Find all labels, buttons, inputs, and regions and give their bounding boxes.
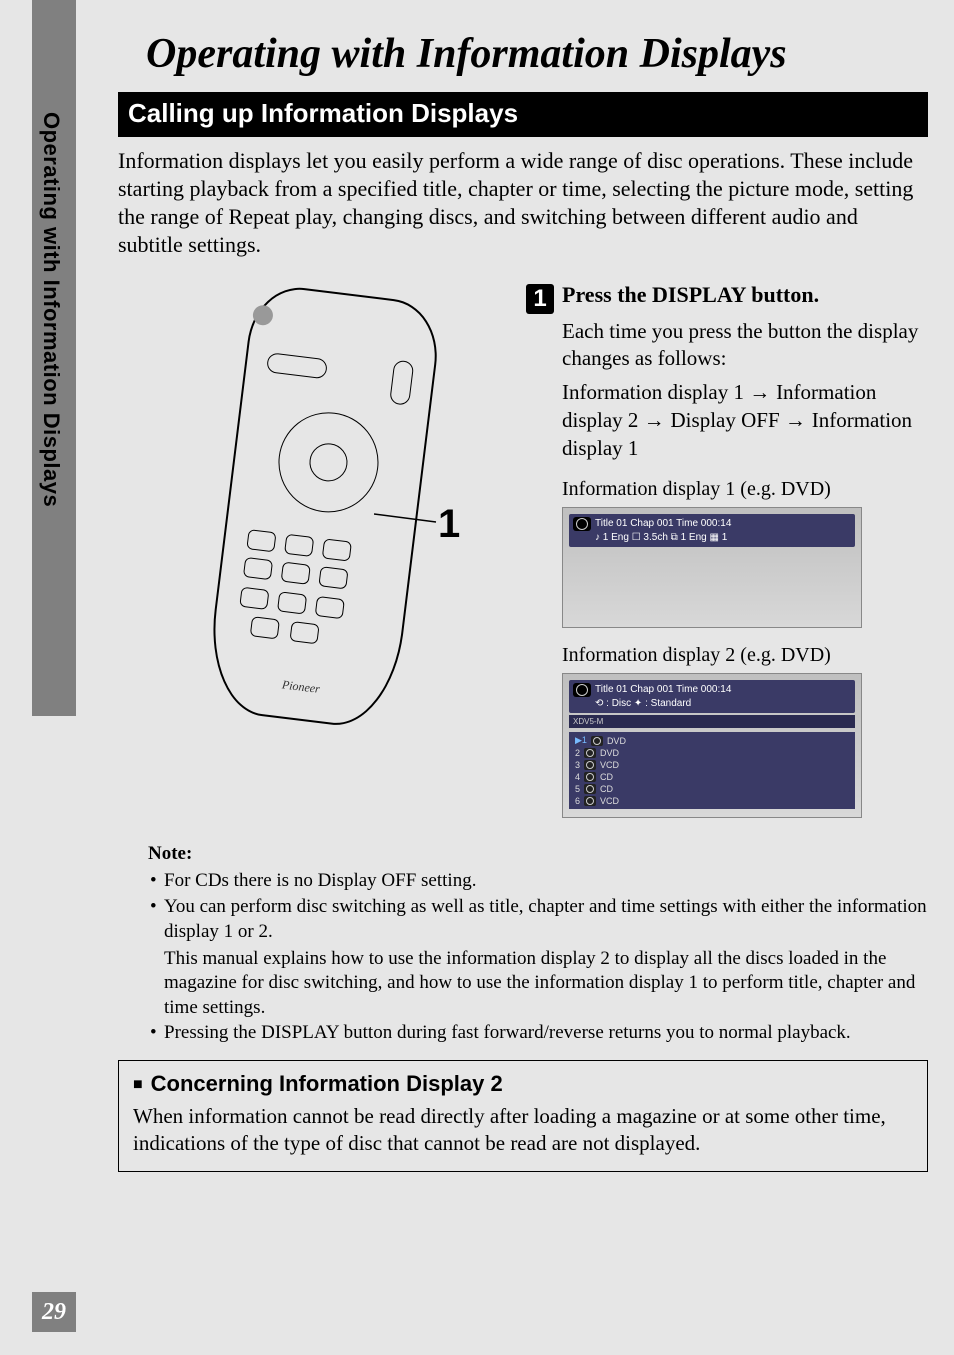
- brand-label: Pioneer: [281, 677, 321, 697]
- list-idx: 3: [575, 760, 580, 770]
- list-type: CD: [600, 784, 613, 794]
- step-sequence-text: Information display 1 → Information disp…: [562, 379, 928, 462]
- list-idx: 5: [575, 784, 580, 794]
- note-item: You can perform disc switching as well a…: [148, 895, 928, 944]
- osd2-line1: Title 01 Chap 001 Time 000:14: [595, 683, 851, 697]
- remote-button: [250, 616, 280, 639]
- list-type: CD: [600, 772, 613, 782]
- square-bullet-icon: ■: [133, 1076, 143, 1093]
- disc-icon: [573, 517, 591, 531]
- concerning-body: When information cannot be read directly…: [133, 1103, 913, 1158]
- tiny-disc-icon: [584, 772, 596, 782]
- osd2-screenshot: Title 01 Chap 001 Time 000:14 ⟲ : Disc ✦…: [562, 673, 862, 818]
- page: Operating with Information Displays 29 O…: [0, 0, 954, 1355]
- list-idx: ▶1: [575, 735, 587, 746]
- callout-line: [374, 484, 440, 532]
- remote-button: [315, 596, 345, 619]
- list-type: DVD: [607, 736, 626, 746]
- callout-number: 1: [438, 502, 460, 547]
- content-area: Operating with Information Displays Call…: [118, 20, 928, 1172]
- note-item: Pressing the DISPLAY button during fast …: [148, 1021, 928, 1046]
- remote-button: [243, 557, 273, 580]
- remote-button: [246, 529, 276, 552]
- seq-part: Information display 1: [562, 380, 744, 404]
- remote-button: [318, 566, 348, 589]
- tiny-disc-icon: [584, 784, 596, 794]
- concerning-box: ■ Concerning Information Display 2 When i…: [118, 1060, 928, 1173]
- tiny-disc-icon: [584, 748, 596, 758]
- remote-rocker: [266, 352, 328, 379]
- list-type: DVD: [600, 748, 619, 758]
- list-idx: 6: [575, 796, 580, 806]
- remote-button: [281, 561, 311, 584]
- section-heading: Calling up Information Displays: [118, 92, 928, 137]
- osd2-line2: ⟲ : Disc ✦ : Standard: [595, 697, 851, 711]
- step-title: Press the DISPLAY button.: [562, 282, 819, 308]
- tiny-disc-icon: [591, 736, 603, 746]
- remote-button: [239, 586, 269, 609]
- list-type: VCD: [600, 760, 619, 770]
- remote-dpad: [273, 406, 384, 517]
- remote-button: [254, 284, 276, 306]
- sidebar-section-label: Operating with Information Displays: [38, 112, 64, 507]
- arrow-icon: →: [749, 381, 776, 404]
- remote-button: [402, 328, 424, 350]
- page-title: Operating with Information Displays: [146, 30, 928, 78]
- osd2-magazine-label: XDV5-M: [569, 715, 855, 728]
- tiny-disc-icon: [584, 796, 596, 806]
- osd1-label: Information display 1 (e.g. DVD): [562, 478, 928, 501]
- remote-button: [265, 311, 287, 333]
- note-block: Note: For CDs there is no Display OFF se…: [148, 842, 928, 1046]
- note-item: For CDs there is no Display OFF setting.: [148, 869, 928, 894]
- intro-paragraph: Information displays let you easily perf…: [118, 147, 928, 260]
- list-type: VCD: [600, 796, 619, 806]
- osd2-label: Information display 2 (e.g. DVD): [562, 644, 928, 667]
- note-subline: This manual explains how to use the info…: [148, 947, 928, 1021]
- disc-icon: [573, 683, 591, 697]
- step-body-text: Each time you press the button the displ…: [562, 318, 928, 372]
- step-number-badge: 1: [526, 284, 554, 314]
- list-idx: 2: [575, 748, 580, 758]
- list-idx: 4: [575, 772, 580, 782]
- note-title: Note:: [148, 842, 928, 867]
- remote-button: [322, 538, 352, 561]
- osd1-screenshot: Title 01 Chap 001 Time 000:14 ♪ 1 Eng ☐ …: [562, 507, 862, 628]
- osd1-line1: Title 01 Chap 001 Time 000:14: [595, 517, 851, 531]
- concerning-title: Concerning Information Display 2: [151, 1071, 503, 1096]
- tiny-disc-icon: [584, 760, 596, 770]
- arrow-icon: →: [785, 409, 812, 432]
- page-number: 29: [32, 1292, 76, 1332]
- arrow-icon: →: [644, 409, 671, 432]
- remote-button: [277, 591, 307, 614]
- remote-button: [284, 533, 314, 556]
- osd1-line2: ♪ 1 Eng ☐ 3.5ch ⧉ 1 Eng ▦ 1: [595, 531, 851, 545]
- remote-button: [289, 621, 319, 644]
- osd2-disc-list: ▶1 DVD 2 DVD 3 VCD 4 CD 5 CD 6 VCD: [569, 732, 855, 809]
- remote-illustration: Pioneer 1: [148, 292, 508, 752]
- remote-rocker: [389, 359, 414, 405]
- seq-part: Display OFF: [671, 408, 780, 432]
